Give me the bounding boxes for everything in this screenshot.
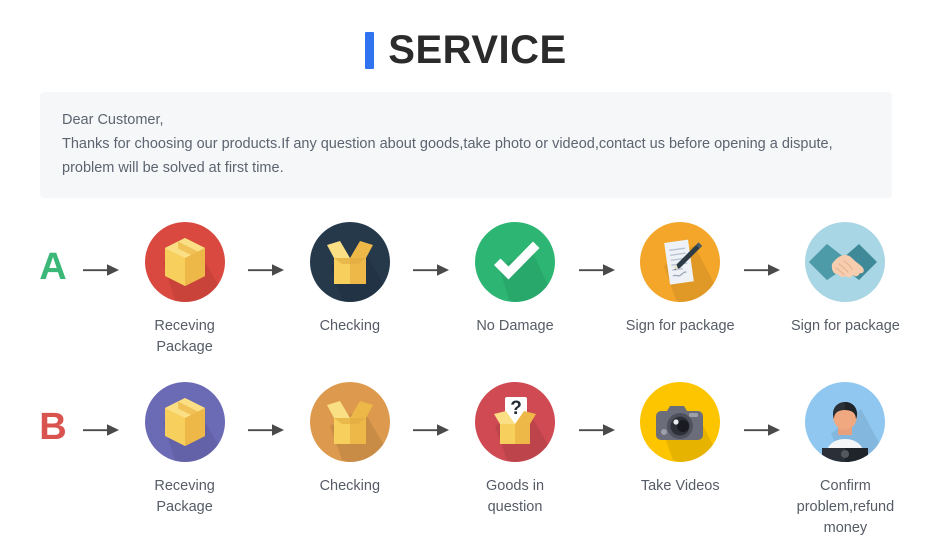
closed-box-icon <box>144 222 225 302</box>
customer-notice-box: Dear Customer, Thanks for choosing our p… <box>40 92 892 198</box>
flow-step: Confirm problem,refund money <box>789 382 902 539</box>
flow-step: Checking <box>293 222 406 337</box>
flow-letter-text: B <box>39 406 67 448</box>
flow-row-a: A Receving Package Checking No Damage Si… <box>0 208 932 368</box>
flow-step-label: Take Videos <box>640 478 720 494</box>
flow-step-label: Receving Package <box>154 318 215 355</box>
flow-step-label: Checking <box>319 478 381 494</box>
open-box-icon <box>309 222 390 302</box>
arrow-right-icon <box>406 382 458 438</box>
open-box-icon <box>309 382 390 462</box>
page-title: SERVICE <box>388 28 567 72</box>
flow-step: No Damage <box>458 222 571 337</box>
flow-step-label: Sign for package <box>791 318 900 334</box>
flow-row-b: B Receving Package Checking ? Goods in q… <box>0 368 932 536</box>
svg-text:?: ? <box>510 398 522 419</box>
arrow-right-icon <box>572 382 624 438</box>
notice-line-1: Dear Customer, <box>62 112 164 128</box>
flow-step-label: Confirm problem,refund money <box>796 478 895 536</box>
flow-step: Checking <box>293 382 406 497</box>
flow-letter-b: B <box>30 382 76 446</box>
page-header: SERVICE <box>0 0 932 76</box>
arrow-right-icon <box>76 382 128 438</box>
flow-step: ? Goods in question <box>458 382 571 518</box>
sign-document-icon <box>640 222 721 302</box>
handshake-icon <box>805 222 886 302</box>
flow-step: Sign for package <box>789 222 902 337</box>
flow-step: Sign for package <box>624 222 737 337</box>
notice-line-2: Thanks for choosing our products.If any … <box>62 136 833 152</box>
notice-line-3: problem will be solved at first time. <box>62 160 284 176</box>
question-box-icon: ? <box>475 382 555 462</box>
flow-step-label: Receving Package <box>154 478 215 515</box>
flow-step-label: Sign for package <box>625 318 735 334</box>
flow-letter-text: A <box>39 246 67 288</box>
service-flow-diagram: A Receving Package Checking No Damage Si… <box>0 198 932 536</box>
closed-box-icon <box>144 382 225 462</box>
arrow-right-icon <box>737 382 789 438</box>
arrow-right-icon <box>406 222 458 278</box>
flow-step-label: Goods in question <box>485 478 545 515</box>
arrow-right-icon <box>572 222 624 278</box>
arrow-right-icon <box>737 222 789 278</box>
title-accent-bar <box>365 31 375 69</box>
checkmark-icon <box>475 222 555 302</box>
flow-step-label: Checking <box>319 318 381 334</box>
flow-step-label: No Damage <box>476 318 554 334</box>
flow-step: Receving Package <box>128 222 241 358</box>
camera-icon <box>640 382 721 462</box>
arrow-right-icon <box>241 382 293 438</box>
flow-step: Take Videos <box>624 382 737 497</box>
flow-step: Receving Package <box>128 382 241 518</box>
arrow-right-icon <box>241 222 293 278</box>
flow-letter-a: A <box>30 222 76 286</box>
person-icon <box>805 382 886 462</box>
arrow-right-icon <box>76 222 128 278</box>
